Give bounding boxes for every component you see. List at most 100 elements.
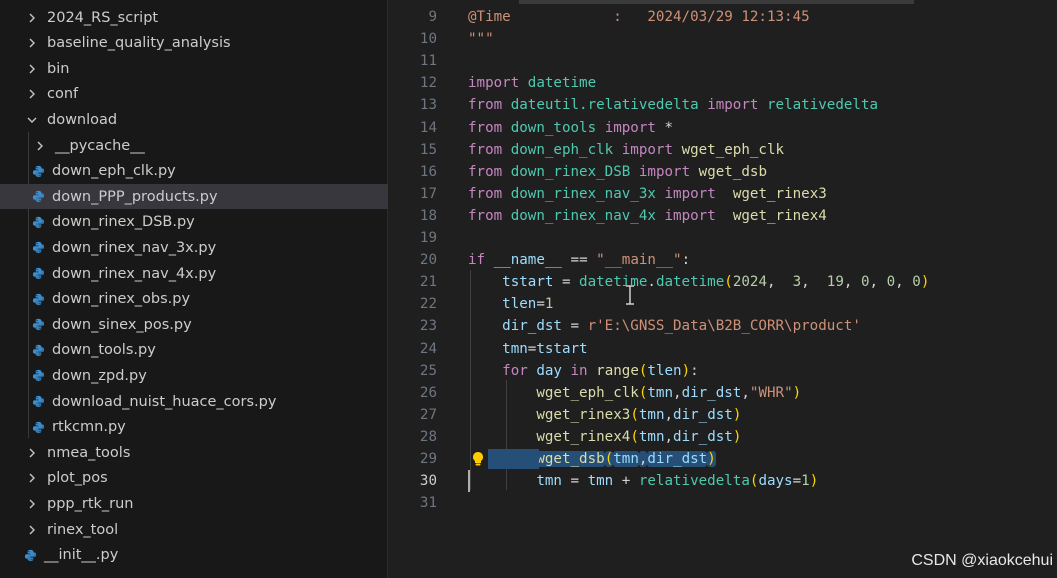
file-item-down-sinex-pos-py[interactable]: down_sinex_pos.py xyxy=(0,312,388,337)
file-item-rtkcmn-py[interactable]: rtkcmn.py xyxy=(0,415,388,440)
code-line[interactable]: 27 wget_rinex3(tmn,dir_dst) xyxy=(389,404,1057,426)
code-line[interactable]: 26 wget_eph_clk(tmn,dir_dst,"WHR") xyxy=(389,382,1057,404)
line-number: 31 xyxy=(419,495,437,512)
line-number: 26 xyxy=(419,384,437,401)
line-number: 16 xyxy=(419,163,437,180)
folder-item-pycache[interactable]: __pycache__ xyxy=(0,133,388,158)
folder-item-2024-rs-script[interactable]: 2024_RS_script xyxy=(0,5,388,30)
folder-item-bin[interactable]: bin xyxy=(0,56,388,81)
code-line[interactable]: 16 from down_rinex_DSB import wget_dsb xyxy=(389,161,1057,183)
code-token: ( xyxy=(630,428,639,445)
code-line[interactable]: 12 import datetime xyxy=(389,72,1057,94)
file-item-down-rinex-nav-4x-py[interactable]: down_rinex_nav_4x.py xyxy=(0,261,388,286)
code-token: tmn xyxy=(587,473,614,490)
file-item-init-py[interactable]: __init__.py xyxy=(0,543,388,568)
code-line[interactable]: 30 tmn = tmn + relativedelta(days=1) xyxy=(389,470,1057,493)
file-item-down-eph-clk-py[interactable]: down_eph_clk.py xyxy=(0,159,388,184)
code-token: : xyxy=(681,252,691,269)
chevron-right-icon[interactable] xyxy=(25,11,39,25)
code-line[interactable]: 18 from down_rinex_nav_4x import wget_rin… xyxy=(389,205,1057,227)
file-item-down-rinex-dsb-py[interactable]: down_rinex_DSB.py xyxy=(0,210,388,235)
code-token: datetime xyxy=(655,274,725,291)
code-editor[interactable]: 9 @Time : 2024/03/29 12:13:45 10 """ 11 12 imp… xyxy=(389,0,1057,578)
code-token: import xyxy=(621,141,674,158)
file-item-down-rinex-obs-py[interactable]: down_rinex_obs.py xyxy=(0,287,388,312)
code-token: = xyxy=(561,318,588,335)
code-line[interactable]: 20 if __name__ == "__main__": xyxy=(389,249,1057,271)
code-line[interactable]: 21 tstart = datetime.datetime(2024, 3, 1… xyxy=(389,271,1057,293)
folder-item-rinex-tool[interactable]: rinex_tool xyxy=(0,517,388,542)
line-number: 22 xyxy=(419,296,437,313)
code-token: dateutil.relativedelta xyxy=(510,97,699,114)
code-token: from xyxy=(468,207,503,224)
file-item-down-tools-py[interactable]: down_tools.py xyxy=(0,338,388,363)
code-line[interactable]: 10 """ xyxy=(389,28,1057,50)
lightbulb-icon[interactable] xyxy=(468,448,488,470)
code-line[interactable]: 29 wget_dsb(tmn,dir_dst) xyxy=(389,448,1057,470)
file-item-down-zpd-py[interactable]: down_zpd.py xyxy=(0,363,388,388)
line-number: 27 xyxy=(419,406,437,423)
tree-item-label: __init__.py xyxy=(44,547,119,564)
code-line[interactable]: 11 xyxy=(389,50,1057,72)
python-file-icon xyxy=(31,318,45,332)
code-line[interactable]: 23 dir_dst = r'E:\GNSS_Data\B2B_CORR\pro… xyxy=(389,315,1057,337)
chevron-right-icon[interactable] xyxy=(33,139,47,153)
folder-item-plot-pos[interactable]: plot_pos xyxy=(0,466,388,491)
tree-item-label: baseline_quality_analysis xyxy=(47,35,231,52)
chevron-right-icon[interactable] xyxy=(25,471,39,485)
tree-item-label: download_nuist_huace_cors.py xyxy=(52,393,277,410)
folder-item-ppp-rtk-run[interactable]: ppp_rtk_run xyxy=(0,491,388,516)
code-line[interactable]: 25 for day in range(tlen): xyxy=(389,360,1057,382)
chevron-right-icon[interactable] xyxy=(25,523,39,537)
folder-item-nmea-tools[interactable]: nmea_tools xyxy=(0,440,388,465)
file-item-download-nuist-huace-cors-py[interactable]: download_nuist_huace_cors.py xyxy=(0,389,388,414)
chevron-right-icon[interactable] xyxy=(25,62,39,76)
file-item-down-rinex-nav-3x-py[interactable]: down_rinex_nav_3x.py xyxy=(0,235,388,260)
chevron-right-icon[interactable] xyxy=(25,87,39,101)
code-line[interactable]: 14 from down_tools import * xyxy=(389,117,1057,139)
code-token: tmn xyxy=(647,384,674,401)
code-line[interactable]: 15 from down_eph_clk import wget_eph_clk xyxy=(389,139,1057,161)
code-text: dir_dst = r'E:\GNSS_Data\B2B_CORR\produc… xyxy=(468,315,861,337)
code-token: ) xyxy=(732,406,742,423)
tree-item-label: down_zpd.py xyxy=(52,367,147,384)
code-token: r'E:\GNSS_Data\B2B_CORR\product' xyxy=(587,318,861,335)
code-token: range xyxy=(596,362,639,379)
whitespace-selection xyxy=(488,449,539,469)
folder-item-baseline-quality-analysis[interactable]: baseline_quality_analysis xyxy=(0,31,388,56)
code-token: @Time xyxy=(468,9,511,25)
code-line[interactable]: 19 xyxy=(389,227,1057,249)
code-line[interactable]: 22 tlen=1 xyxy=(389,293,1057,315)
code-line[interactable]: 13 from dateutil.relativedelta import rel… xyxy=(389,94,1057,116)
code-token: relativedelta xyxy=(766,97,879,114)
code-line[interactable]: 28 wget_rinex4(tmn,dir_dst) xyxy=(389,426,1057,448)
code-token: wget_dsb xyxy=(536,451,605,467)
code-line[interactable]: 24 tmn=tstart xyxy=(389,338,1057,360)
code-token: days xyxy=(758,473,793,490)
folder-item-conf[interactable]: conf xyxy=(0,82,388,107)
chevron-down-icon[interactable] xyxy=(25,113,39,127)
line-number: 10 xyxy=(419,31,437,48)
chevron-right-icon[interactable] xyxy=(25,446,39,460)
file-item-down-ppp-products-py[interactable]: down_PPP_products.py xyxy=(0,184,388,210)
folder-item-download[interactable]: download xyxy=(0,107,388,132)
python-file-icon xyxy=(31,292,45,306)
line-number: 13 xyxy=(419,97,437,114)
code-line[interactable]: 31 xyxy=(389,492,1057,514)
chevron-right-icon[interactable] xyxy=(25,497,39,511)
code-line[interactable]: 9 @Time : 2024/03/29 12:13:45 xyxy=(389,6,1057,28)
code-line[interactable]: 17 from down_rinex_nav_3x import wget_rin… xyxy=(389,183,1057,205)
chevron-right-icon[interactable] xyxy=(25,36,39,50)
code-text: @Time : 2024/03/29 12:13:45 xyxy=(468,6,810,28)
tree-item-label: down_PPP_products.py xyxy=(52,188,218,205)
